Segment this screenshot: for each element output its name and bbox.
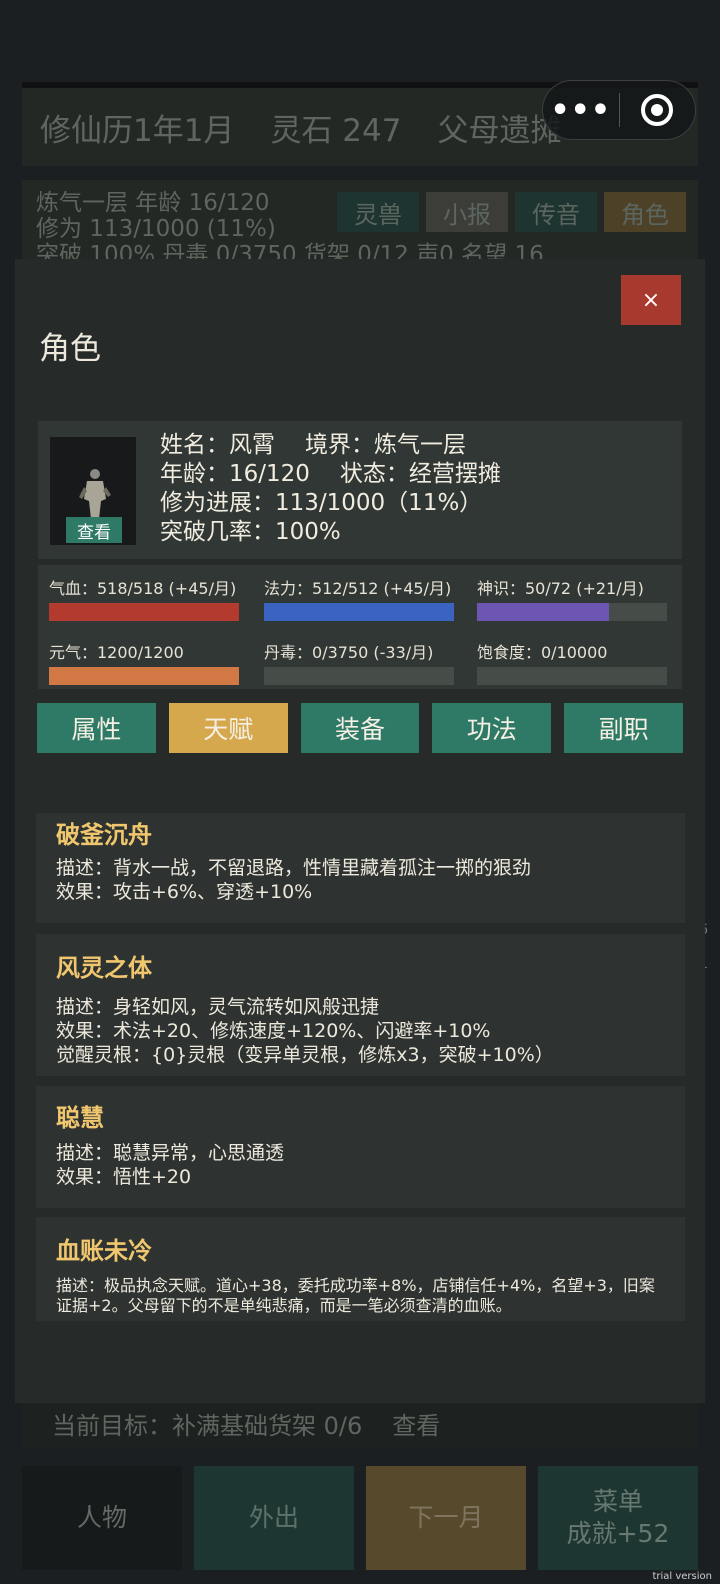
character-modal: × 角色 查看 姓名：风霄 境界：炼气一层 年龄：16/120 状态：经营摆摊 修为…	[15, 259, 705, 1403]
nav-next-month-button[interactable]: 下一月	[366, 1466, 526, 1570]
bar-fill	[49, 603, 239, 621]
tab-talents[interactable]: 天赋	[168, 703, 288, 753]
bar-label: 神识：50/72 (+21/月)	[477, 579, 644, 598]
tab-side-jobs[interactable]: 副职	[564, 703, 683, 753]
nav-menu-button[interactable]: 菜单 成就+52	[538, 1466, 698, 1570]
age-field: 年龄：16/120	[160, 461, 310, 487]
bar-fill	[264, 603, 454, 621]
newspaper-button[interactable]: 小报	[426, 192, 508, 232]
bar-label: 元气：1200/1200	[49, 643, 184, 662]
game-screen: 修仙历1年1月 灵石 247 父母遗摊 炼气一层 年龄 16/120 修为 11…	[0, 0, 720, 1584]
nav-label: 下一月	[408, 1503, 484, 1532]
nav-character-button[interactable]: 人物	[22, 1466, 182, 1570]
tab-attributes[interactable]: 属性	[37, 703, 156, 753]
spirit-sense-bar: 神识：50/72 (+21/月)	[477, 575, 667, 621]
bar-label: 法力：512/512 (+45/月)	[264, 579, 452, 598]
bar-fill	[477, 603, 609, 621]
goal-text: 当前目标：补满基础货架 0/6	[52, 1411, 363, 1440]
nav-sublabel: 成就+52	[566, 1519, 670, 1548]
spirit-stones: 灵石 247	[270, 112, 402, 149]
profile-info: 姓名：风霄 境界：炼气一层 年龄：16/120 状态：经营摆摊 修为进展：113/1…	[160, 431, 501, 547]
talent-name: 血账未冷	[56, 1237, 152, 1265]
nav-go-out-button[interactable]: 外出	[194, 1466, 354, 1570]
record-circle-icon[interactable]	[620, 94, 696, 126]
tab-techniques[interactable]: 功法	[432, 703, 552, 753]
bar-track	[477, 603, 667, 621]
talent-card: 破釜沉舟 描述：背水一战，不留退路，性情里藏着孤注一掷的狠劲 效果：攻击+6%、…	[36, 813, 685, 923]
bar-track	[477, 667, 667, 685]
realm-field: 境界：炼气一层	[305, 432, 466, 458]
nav-label: 菜单	[592, 1487, 643, 1516]
current-goal-bar: 当前目标：补满基础货架 0/6 查看	[22, 1398, 698, 1448]
bar-track	[264, 667, 454, 685]
talent-description: 描述：身轻如风，灵气流转如风般迅捷	[56, 996, 380, 1018]
talent-name: 破釜沉舟	[56, 821, 152, 849]
close-button[interactable]: ×	[621, 275, 681, 325]
talent-awakening: 觉醒灵根：{0}灵根（变异单灵根，修炼x3，突破+10%）	[56, 1044, 554, 1066]
character-button[interactable]: 角色	[604, 192, 686, 232]
modal-title: 角色	[39, 331, 101, 367]
avatar[interactable]: 查看	[50, 437, 136, 545]
vitality-bar: 元气：1200/1200	[49, 639, 239, 685]
bottom-nav: 人物 外出 下一月 菜单 成就+52	[22, 1466, 698, 1570]
goal-view-link[interactable]: 查看	[392, 1406, 440, 1441]
talent-name: 风灵之体	[56, 954, 152, 982]
nav-label: 人物	[76, 1503, 127, 1532]
talent-card: 聪慧 描述：聪慧异常，心思通透 效果：悟性+20	[36, 1086, 685, 1208]
bar-label: 饱食度：0/10000	[477, 643, 608, 662]
resource-bars: 气血：518/518 (+45/月) 法力：512/512 (+45/月) 神识…	[38, 565, 682, 689]
talent-description: 描述：背水一战，不留退路，性情里藏着孤注一掷的狠劲	[56, 857, 532, 879]
hud-button-group: 灵兽 小报 传音 角色	[337, 192, 686, 232]
message-button[interactable]: 传音	[515, 192, 597, 232]
summary-line: 突破 100% 丹毒 0/3750 货架 0/12 声0 名望 16	[36, 242, 544, 260]
bar-track	[49, 667, 239, 685]
talent-effect: 效果：悟性+20	[56, 1166, 192, 1188]
trial-watermark: trial version	[652, 1571, 712, 1582]
talent-description: 描述：极品执念天赋。道心+38，委托成功率+8%，店铺信任+4%，名望+3，旧案…	[56, 1276, 655, 1315]
name-field: 姓名：风霄	[160, 432, 275, 458]
bar-track	[49, 603, 239, 621]
talent-name: 聪慧	[56, 1104, 104, 1132]
bar-fill	[49, 667, 239, 685]
talent-effect: 效果：攻击+6%、穿透+10%	[56, 881, 313, 903]
spirit-beast-button[interactable]: 灵兽	[337, 192, 419, 232]
bar-track	[264, 603, 454, 621]
progress-field: 修为进展：113/1000（11%）	[160, 490, 483, 516]
modal-tabs: 属性 天赋 装备 功法 副职	[37, 703, 683, 753]
status-field: 状态：经营摆摊	[339, 461, 501, 487]
pill-toxicity-bar: 丹毒：0/3750 (-33/月)	[264, 639, 454, 685]
bar-label: 气血：518/518 (+45/月)	[49, 579, 237, 598]
profile-card: 查看 姓名：风霄 境界：炼气一层 年龄：16/120 状态：经营摆摊 修为进展：11…	[38, 421, 682, 559]
mana-bar: 法力：512/512 (+45/月)	[264, 575, 454, 621]
miniprogram-capsule: •••	[542, 80, 696, 140]
talent-description: 描述：聪慧异常，心思通透	[56, 1142, 285, 1164]
nav-label: 外出	[248, 1503, 299, 1532]
breakthrough-field: 突破几率：100%	[160, 519, 341, 545]
more-dots-icon[interactable]: •••	[543, 93, 619, 128]
talent-card: 风灵之体 描述：身轻如风，灵气流转如风般迅捷 效果：术法+20、修炼速度+120…	[36, 934, 685, 1076]
hp-bar: 气血：518/518 (+45/月)	[49, 575, 239, 621]
talent-card: 血账未冷 描述：极品执念天赋。道心+38，委托成功率+8%，店铺信任+4%，名望…	[36, 1217, 685, 1321]
tab-equipment[interactable]: 装备	[300, 703, 420, 753]
view-avatar-button[interactable]: 查看	[66, 517, 122, 543]
satiety-bar: 饱食度：0/10000	[477, 639, 667, 685]
talent-effect: 效果：术法+20、修炼速度+120%、闪避率+10%	[56, 1020, 491, 1042]
game-date: 修仙历1年1月	[40, 112, 235, 149]
cultivator-figure-icon	[79, 469, 111, 519]
bar-label: 丹毒：0/3750 (-33/月)	[264, 643, 434, 662]
